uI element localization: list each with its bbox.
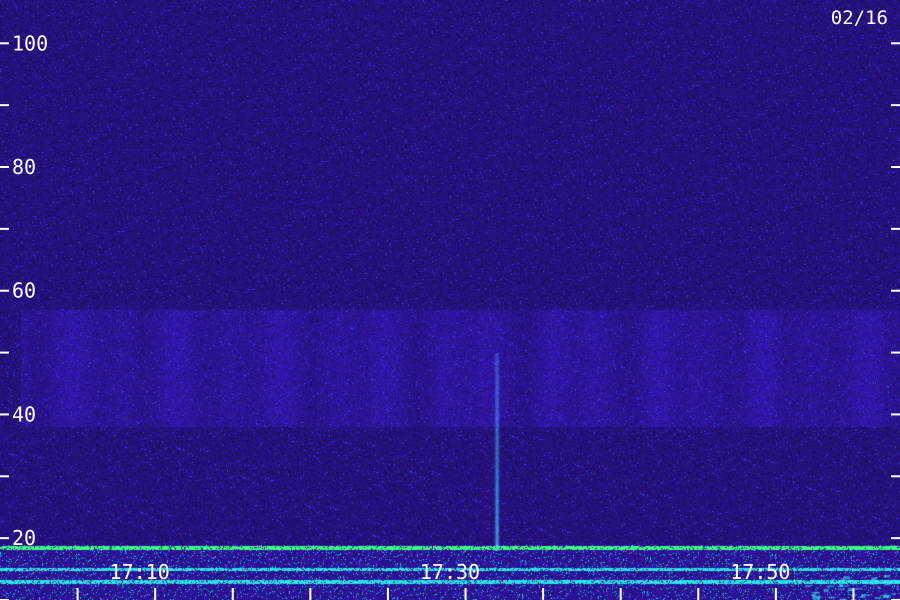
- y-tick-label-20: 20: [12, 526, 36, 550]
- x-tick-label-17:50: 17:50: [730, 560, 790, 584]
- x-axis: 17:10 17:30 17:50: [76, 560, 855, 600]
- spectrogram-chart: 20 40 60 80 100 17:10 17:30 17:50 02/16: [0, 0, 900, 600]
- y-axis: 20 40 60 80 100: [0, 31, 900, 600]
- y-tick-label-80: 80: [12, 155, 36, 179]
- axis-overlay: 20 40 60 80 100 17:10 17:30 17:50 02/16: [0, 7, 900, 600]
- y-tick-label-60: 60: [12, 279, 36, 303]
- y-tick-label-40: 40: [12, 402, 36, 426]
- x-tick-label-17:10: 17:10: [110, 560, 170, 584]
- date-label: 02/16: [831, 7, 888, 29]
- x-tick-label-17:30: 17:30: [420, 560, 480, 584]
- y-tick-label-100: 100: [12, 31, 48, 55]
